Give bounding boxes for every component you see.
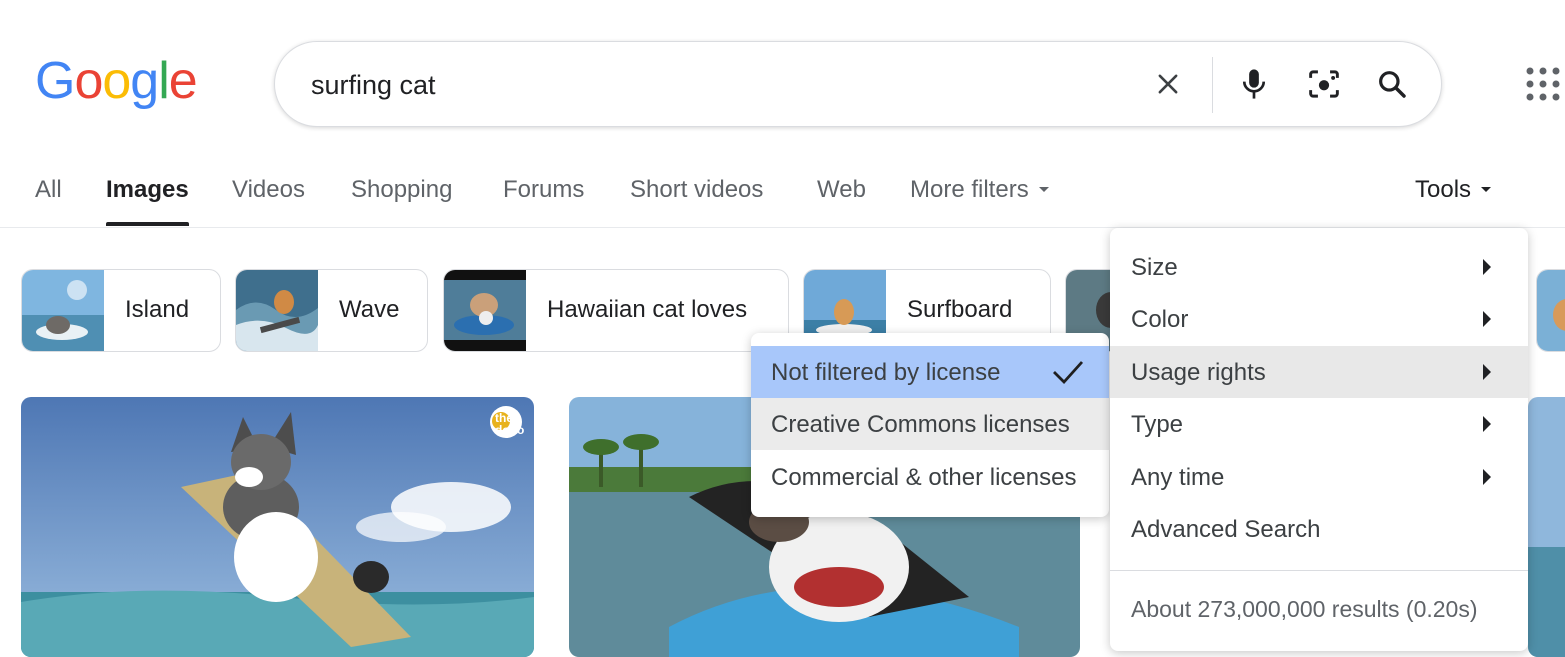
option-not-filtered-by-license[interactable]: Not filtered by license [751, 346, 1109, 398]
tab-videos[interactable]: Videos [232, 176, 305, 204]
chip-partial[interactable] [1536, 269, 1565, 352]
chevron-right-icon [1483, 364, 1491, 380]
watermark-text: the dodo [495, 411, 525, 437]
tools-menu: Size Color Usage rights Type Any time Ad… [1110, 228, 1528, 651]
search-icon[interactable] [1370, 62, 1414, 106]
usage-rights-submenu: Not filtered by license Creative Commons… [751, 333, 1109, 517]
chip-thumbnail [236, 270, 318, 351]
chip-thumbnail [1537, 270, 1565, 351]
chevron-right-icon [1483, 259, 1491, 275]
chip-thumbnail [444, 270, 526, 351]
camera-lens-icon[interactable] [1302, 62, 1346, 106]
option-label: Commercial & other licenses [771, 464, 1077, 491]
chevron-right-icon [1483, 311, 1491, 327]
search-divider [1212, 57, 1213, 113]
apps-grid-icon[interactable] [1525, 66, 1565, 106]
tools-item-label: Advanced Search [1131, 516, 1321, 543]
search-box [274, 41, 1442, 127]
result-image [1528, 397, 1565, 657]
option-label: Creative Commons licenses [771, 411, 1070, 438]
result-stats: About 273,000,000 results (0.20s) [1131, 596, 1478, 622]
chip-wave[interactable]: Wave [235, 269, 428, 352]
chevron-right-icon [1483, 469, 1491, 485]
tools-button[interactable]: Tools [1415, 176, 1492, 204]
tab-short-videos[interactable]: Short videos [630, 176, 763, 204]
tools-item-label: Any time [1131, 464, 1225, 491]
tools-item-label: Color [1131, 306, 1189, 333]
chip-label: Surfboard [907, 296, 1013, 323]
microphone-icon[interactable] [1232, 62, 1276, 106]
search-input[interactable] [309, 64, 1133, 106]
chip-thumbnail [22, 270, 104, 351]
tools-item-label: Usage rights [1131, 359, 1266, 386]
chevron-down-icon [1481, 186, 1492, 192]
tools-item-usage-rights[interactable]: Usage rights [1110, 346, 1528, 398]
tools-item-advanced-search[interactable]: Advanced Search [1110, 503, 1528, 555]
image-result[interactable]: the dodo [21, 397, 534, 657]
chip-label: Hawaiian cat loves [547, 296, 748, 323]
tools-item-any-time[interactable]: Any time [1110, 451, 1528, 503]
tab-more-filters[interactable]: More filters [910, 176, 1049, 204]
chip-label: Island [125, 296, 190, 323]
google-logo[interactable]: Google [35, 50, 198, 112]
tab-shopping[interactable]: Shopping [351, 176, 452, 204]
option-label: Not filtered by license [771, 359, 1001, 386]
tab-web[interactable]: Web [817, 176, 866, 204]
option-commercial-other-licenses[interactable]: Commercial & other licenses [751, 451, 1109, 503]
tools-item-label: Type [1131, 411, 1184, 438]
tools-item-type[interactable]: Type [1110, 398, 1528, 450]
more-filters-label: More filters [910, 176, 1029, 203]
tools-label: Tools [1415, 176, 1472, 203]
tools-item-color[interactable]: Color [1110, 293, 1528, 345]
tab-forums[interactable]: Forums [503, 176, 584, 204]
chip-island[interactable]: Island [21, 269, 221, 352]
result-image [21, 397, 534, 657]
tab-all[interactable]: All [35, 176, 62, 204]
tab-images[interactable]: Images [106, 176, 189, 204]
close-icon[interactable] [1146, 62, 1190, 106]
tools-item-size[interactable]: Size [1110, 241, 1528, 293]
chevron-right-icon [1483, 416, 1491, 432]
menu-divider [1110, 570, 1528, 571]
chip-label: Wave [339, 296, 400, 323]
option-creative-commons-licenses[interactable]: Creative Commons licenses [751, 398, 1109, 450]
chip-hawaiian-cat-loves[interactable]: Hawaiian cat loves [443, 269, 789, 352]
image-result-partial[interactable] [1528, 397, 1565, 657]
active-tab-indicator [106, 222, 189, 226]
search-tabs: All Images Videos Shopping Forums Short … [0, 158, 1565, 228]
tools-item-label: Size [1131, 254, 1178, 281]
check-icon [1053, 361, 1084, 385]
chevron-down-icon [1038, 186, 1049, 192]
